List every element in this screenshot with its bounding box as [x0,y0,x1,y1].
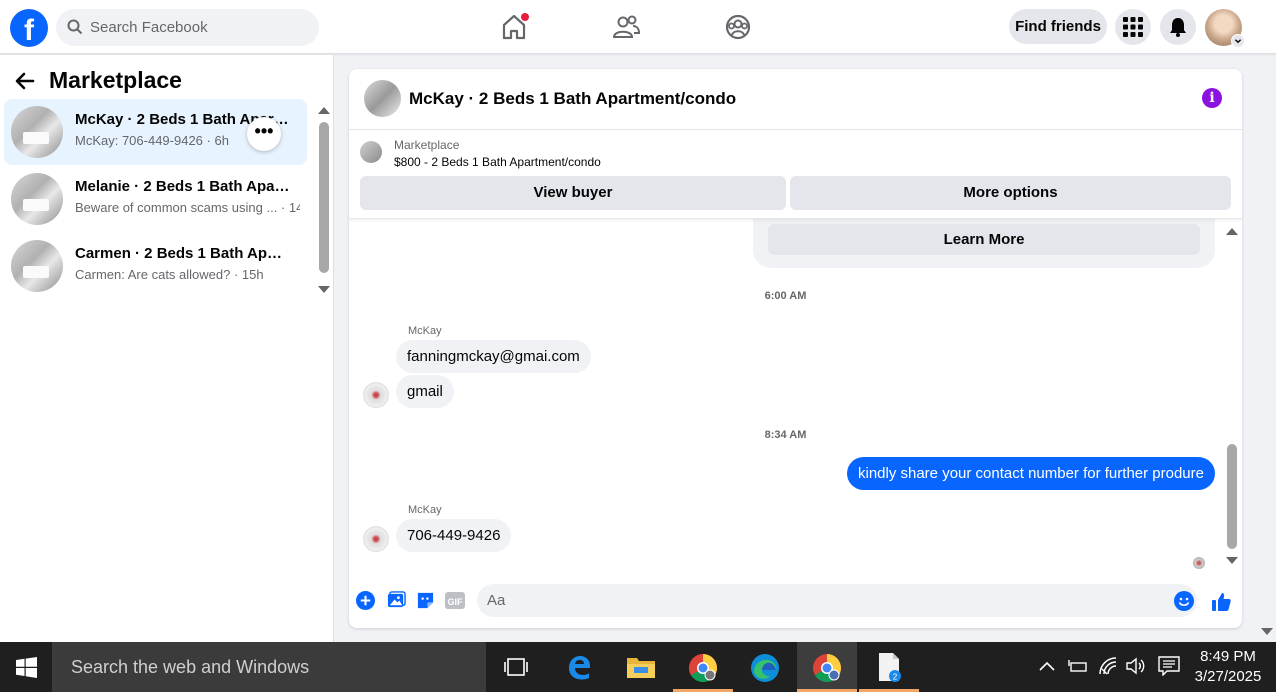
conversation-item[interactable]: Carmen · 2 Beds 1 Bath Apartment/condo C… [4,233,307,299]
marketplace-label: Marketplace [394,138,460,152]
sender-avatar[interactable] [363,526,389,552]
message-bubble[interactable]: fanningmckay@gmai.com [396,340,591,373]
groups-icon[interactable] [723,12,753,42]
profile-avatar[interactable] [1205,9,1245,48]
message-bubble[interactable]: gmail [396,375,454,408]
view-buyer-button[interactable]: View buyer [360,176,786,210]
timestamp: 8:34 AM [764,429,807,441]
edge-icon [751,654,779,682]
chat-avatar[interactable] [364,80,401,117]
conversation-list-pane: Marketplace McKay · 2 Beds 1 Bath Apartm… [0,55,334,642]
chevron-up-icon[interactable] [1039,660,1055,672]
svg-text:GIF: GIF [448,597,464,607]
more-options-button[interactable]: ••• [247,117,281,151]
conversation-item[interactable]: Melanie · 2 Beds 1 Bath Apartment/condo … [4,166,307,232]
search-box[interactable] [56,9,319,46]
page-scroll-down-arrow[interactable] [1261,628,1273,635]
scroll-up-arrow[interactable] [318,107,330,114]
windows-taskbar: Search the web and Windows 2 8:49 PM 3/2… [0,642,1276,692]
gif-icon[interactable]: GIF [445,591,465,610]
wifi-icon[interactable] [1098,657,1118,675]
scroll-down-arrow[interactable] [1226,557,1238,564]
message-bubble-outgoing[interactable]: kindly share your contact number for fur… [846,457,1215,490]
scrollbar-thumb[interactable] [319,122,329,273]
notifications-button[interactable] [1160,9,1196,45]
menu-button[interactable] [1115,9,1151,45]
chrome-app[interactable] [673,642,733,692]
notification-center-icon[interactable] [1158,656,1180,676]
chat-title[interactable]: McKay · 2 Beds 1 Bath Apartment/condo [409,89,736,109]
page-title: Marketplace [49,67,182,93]
chat-header: McKay · 2 Beds 1 Bath Apartment/condo i [349,69,1242,130]
sender-name: McKay [408,504,442,516]
document-icon: 2 [879,653,901,682]
listing-thumbnail [360,141,382,163]
emoji-icon[interactable] [1174,591,1194,611]
scroll-up-arrow[interactable] [1226,228,1238,235]
plus-icon[interactable] [356,591,375,610]
chevron-down-icon [1231,34,1245,48]
sticker-icon[interactable] [416,591,435,610]
sender-name: McKay [408,325,442,337]
chat-window: McKay · 2 Beds 1 Bath Apartment/condo i … [349,69,1242,628]
listing-thumbnail [11,106,63,158]
search-icon [67,19,83,35]
task-view-button[interactable] [486,642,546,692]
photo-icon[interactable] [387,591,406,610]
thumbs-up-icon[interactable] [1211,591,1232,612]
document-app[interactable]: 2 [859,642,919,692]
edge-legacy-app[interactable] [549,642,609,692]
edge-app[interactable] [735,642,795,692]
task-view-icon [504,658,528,676]
edge-legacy-icon [569,656,590,680]
menu-grid-icon [1123,17,1143,37]
listing-title[interactable]: $800 - 2 Beds 1 Bath Apartment/condo [394,155,601,169]
seen-avatar [1193,557,1205,569]
more-options-button[interactable]: More options [790,176,1231,210]
friends-icon[interactable] [611,12,641,42]
svg-text:2: 2 [893,673,898,682]
chrome-icon [689,654,717,682]
conversation-preview: Beware of common scams using ... · 14h [75,200,300,215]
listing-thumbnail [11,173,63,225]
search-input[interactable] [90,9,310,46]
clock-date: 3/27/2025 [1194,668,1262,685]
find-friends-button[interactable]: Find friends [1009,9,1107,44]
info-icon[interactable]: i [1202,88,1222,108]
back-arrow-icon[interactable] [14,70,36,92]
taskbar-clock[interactable]: 8:49 PM 3/27/2025 [1188,647,1268,687]
conversation-preview: Carmen: Are cats allowed? · 15h [75,267,264,282]
message-input[interactable] [477,584,1197,617]
listing-thumbnail [11,240,63,292]
file-explorer-app[interactable] [611,642,671,692]
message-bubble[interactable]: 706-449-9426 [396,519,512,552]
folder-icon [627,658,655,678]
clock-time: 8:49 PM [1200,648,1256,665]
scroll-down-arrow[interactable] [318,286,330,293]
taskbar-search-text: Search the web and Windows [71,657,310,677]
battery-icon[interactable] [1068,658,1088,674]
marketplace-listing-bar: Marketplace $800 - 2 Beds 1 Bath Apartme… [349,131,1242,219]
volume-icon[interactable] [1126,657,1146,675]
windows-start-icon[interactable] [16,657,37,678]
sender-avatar[interactable] [363,382,389,408]
conversation-name: Melanie · 2 Beds 1 Bath Apartment/condo [75,178,290,195]
taskbar-search-box[interactable]: Search the web and Windows [52,642,486,692]
facebook-logo[interactable]: f [10,9,48,47]
chrome-app-active[interactable] [797,642,857,692]
scrollbar-thumb[interactable] [1227,444,1237,549]
top-navigation-bar: f Find friends [0,0,1276,54]
timestamp: 6:00 AM [764,290,807,302]
notification-dot [521,13,529,21]
bell-icon [1170,18,1186,37]
learn-more-button[interactable]: Learn More [768,224,1200,255]
conversation-name: Carmen · 2 Beds 1 Bath Apartment/condo [75,245,290,262]
message-composer: GIF [349,579,1242,628]
chrome-icon [813,654,841,682]
